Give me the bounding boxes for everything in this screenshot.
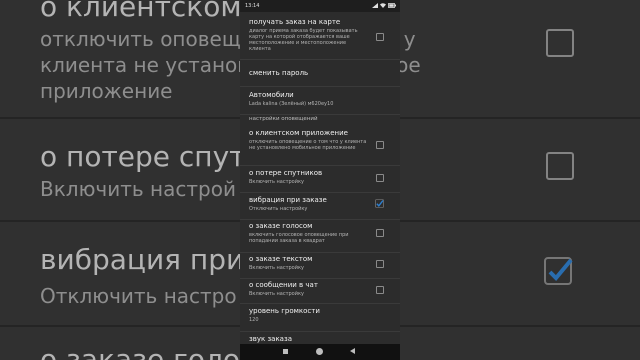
home-icon[interactable] — [316, 348, 323, 355]
text-order-checkbox[interactable] — [376, 260, 384, 268]
setting-change-password[interactable]: сменить пароль — [240, 60, 400, 87]
client-app-checkbox[interactable] — [376, 141, 384, 149]
navigation-bar — [240, 344, 400, 360]
setting-chat-message[interactable]: о сообщении в чат Включить настройку — [240, 279, 400, 304]
status-time: 13:14 — [245, 3, 260, 9]
setting-subtitle: Включить настройку — [249, 291, 304, 297]
setting-subtitle: Отключить настройку — [249, 206, 308, 212]
recents-icon[interactable] — [283, 349, 288, 354]
setting-subtitle: Включить настройку — [249, 179, 304, 185]
setting-client-app[interactable]: о клиентском приложение отключить оповещ… — [240, 126, 400, 166]
map-order-checkbox[interactable] — [376, 33, 384, 41]
setting-map-order[interactable]: получать заказ на карте диалог приема за… — [240, 12, 400, 60]
satellite-loss-checkbox[interactable] — [376, 174, 384, 182]
battery-icon — [388, 3, 396, 8]
setting-title: уровень громкости — [249, 307, 320, 315]
setting-title: о сообщении в чат — [249, 281, 318, 289]
signal-icon — [372, 3, 378, 8]
setting-text-order[interactable]: о заказе текстом Включить настройку — [240, 253, 400, 279]
setting-vibration[interactable]: вибрация при заказе Отключить настройку — [240, 193, 400, 220]
phone-screen: 13:14 получать заказ на карте диалог при… — [240, 0, 400, 360]
wifi-icon — [380, 3, 386, 8]
status-bar: 13:14 — [240, 0, 400, 12]
vibration-checkbox[interactable] — [375, 199, 384, 208]
setting-satellite-loss[interactable]: о потере спутников Включить настройку — [240, 166, 400, 193]
setting-subtitle: диалог приема заказа будет показывать ка… — [249, 28, 358, 52]
chat-message-checkbox[interactable] — [376, 286, 384, 294]
setting-subtitle: отключить оповещение о том что у клиента… — [249, 139, 367, 151]
back-icon[interactable] — [350, 348, 355, 354]
settings-list: получать заказ на карте диалог приема за… — [240, 12, 400, 345]
setting-title: звук заказа — [249, 335, 292, 343]
setting-title: сменить пароль — [249, 69, 309, 77]
section-header-notifications: настройки оповещений — [249, 116, 318, 122]
setting-title: вибрация при заказе — [249, 196, 327, 204]
setting-volume[interactable]: уровень громкости 120 — [240, 304, 400, 332]
setting-title: о клиентском приложение — [249, 129, 348, 137]
setting-subtitle: включить голосовое оповещение при попада… — [249, 232, 349, 244]
setting-voice-order[interactable]: о заказе голосом включить голосовое опов… — [240, 220, 400, 253]
setting-title: о заказе текстом — [249, 255, 313, 263]
setting-title: Автомобили — [249, 91, 294, 99]
setting-title: о потере спутников — [249, 169, 323, 177]
setting-subtitle: Lada kalina (Зелёный) м620еу10 — [249, 101, 334, 107]
setting-title: получать заказ на карте — [249, 18, 341, 26]
voice-order-checkbox[interactable] — [376, 229, 384, 237]
setting-title: о заказе голосом — [249, 222, 313, 230]
setting-subtitle: Включить настройку — [249, 265, 304, 271]
setting-subtitle: 120 — [249, 317, 259, 323]
setting-cars[interactable]: Автомобили Lada kalina (Зелёный) м620еу1… — [240, 87, 400, 115]
